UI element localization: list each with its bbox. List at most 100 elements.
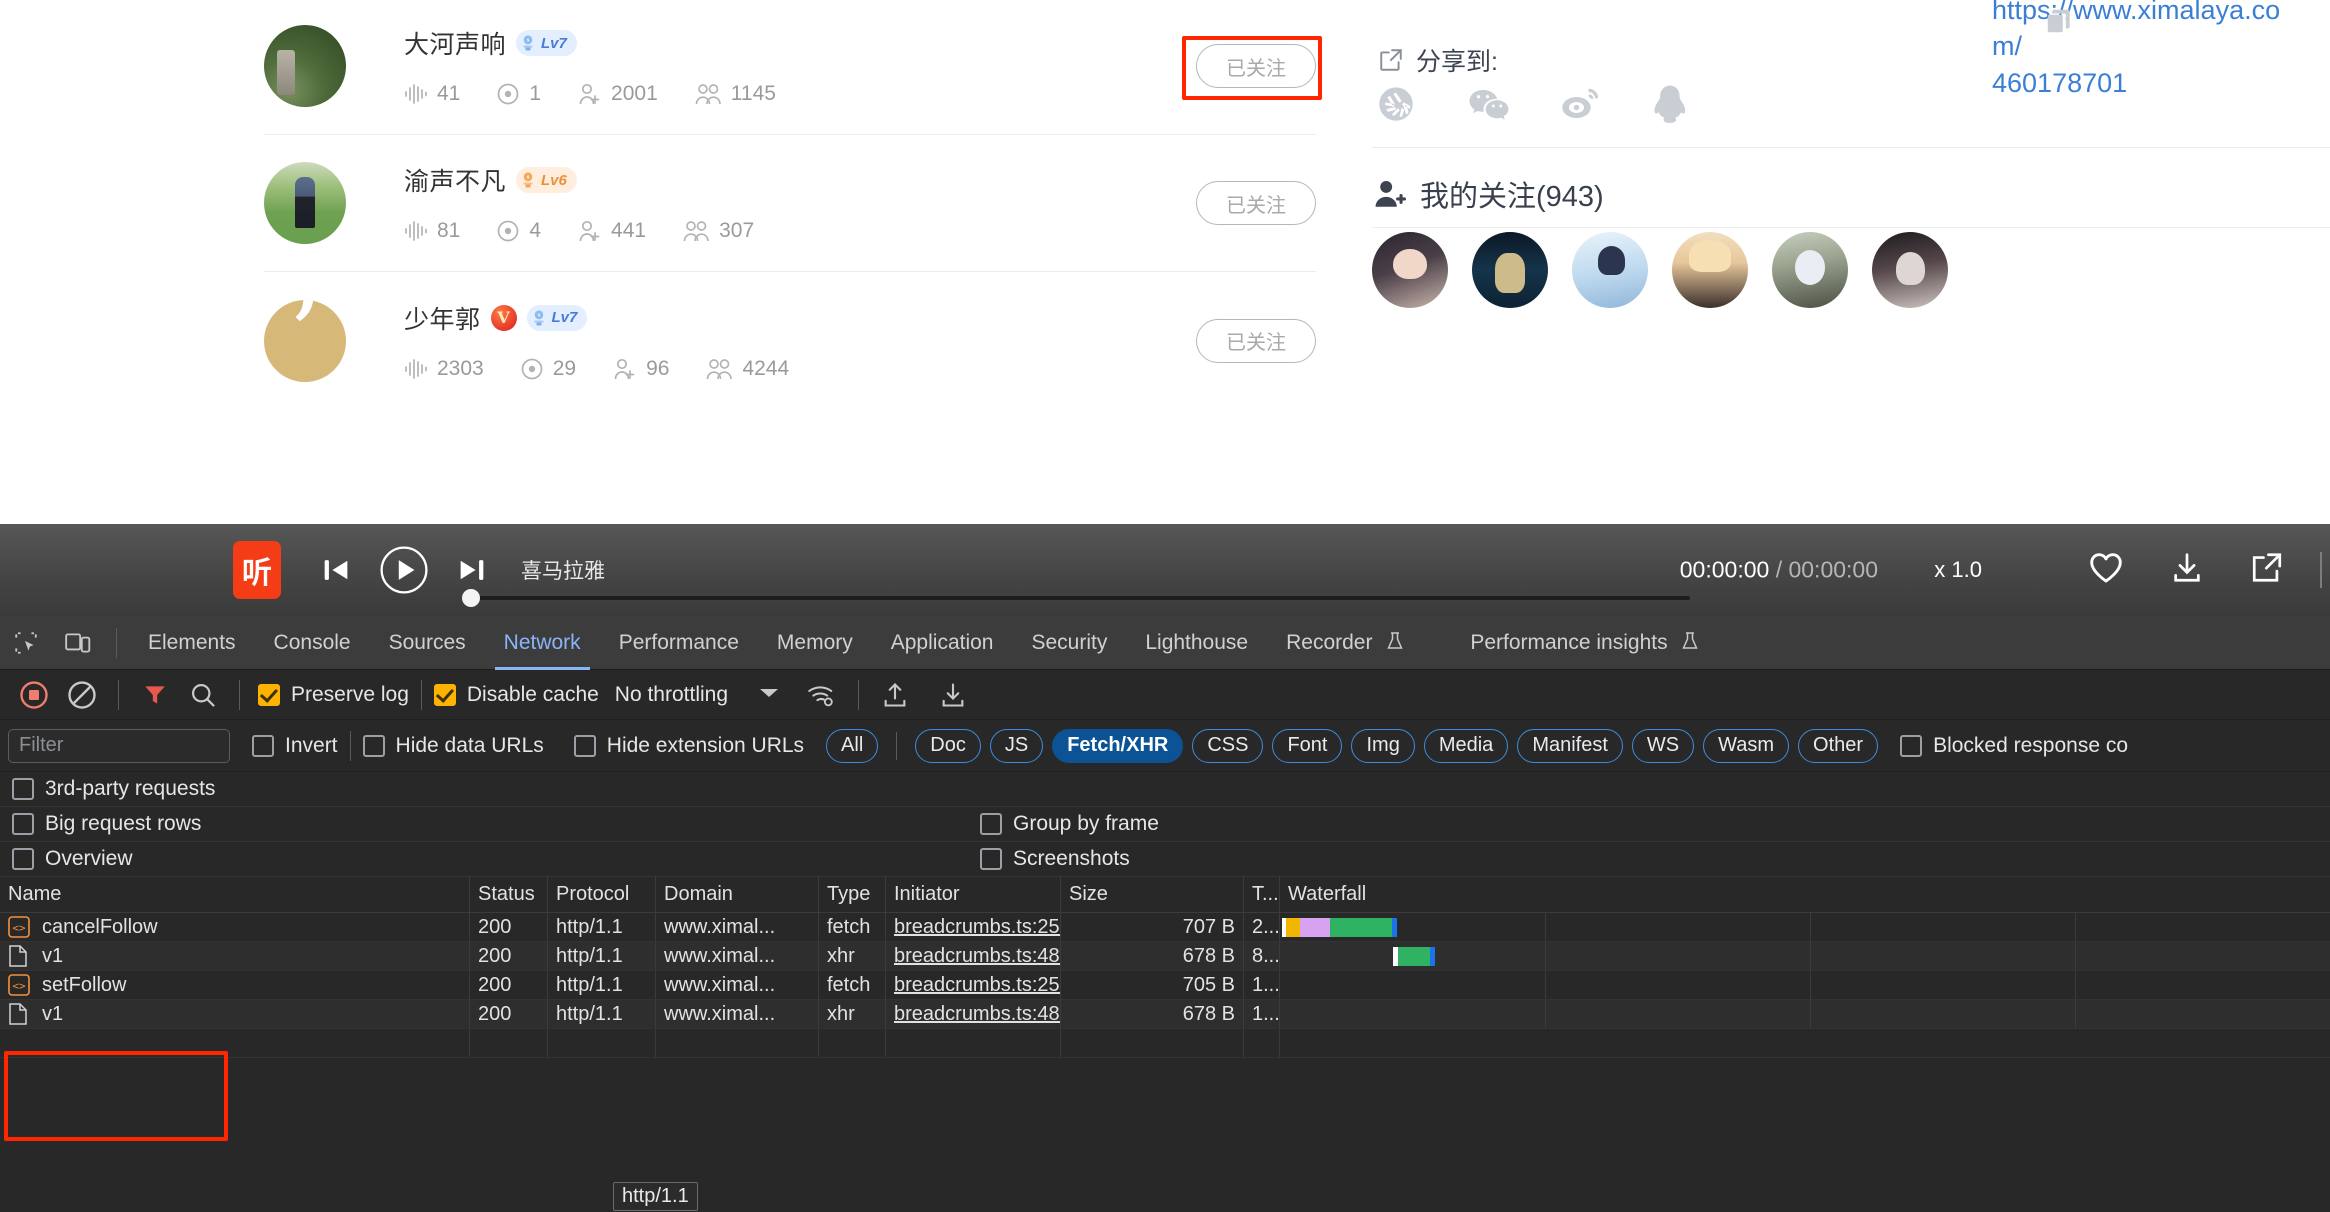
avatar[interactable] (264, 25, 346, 107)
chip-fetch-xhr[interactable]: Fetch/XHR (1052, 728, 1184, 763)
cell-name[interactable]: v1 (0, 942, 470, 970)
preserve-log-checkbox[interactable]: Preserve log (258, 683, 409, 707)
douban-icon[interactable] (1376, 84, 1416, 124)
export-har-icon[interactable] (929, 670, 977, 720)
follow-avatar[interactable] (1672, 232, 1748, 308)
chip-font[interactable]: Font (1272, 728, 1343, 763)
follow-avatar[interactable] (1372, 232, 1448, 308)
cell-name[interactable]: <> cancelFollow (0, 913, 470, 941)
seek-bar[interactable] (462, 589, 1690, 607)
clear-icon[interactable] (58, 670, 106, 720)
initiator-link[interactable]: breadcrumbs.ts:486 (894, 945, 1060, 968)
follow-avatar[interactable] (1572, 232, 1648, 308)
table-row[interactable]: <> cancelFollow 200 http/1.1 www.ximal..… (0, 913, 2330, 942)
chip-wasm[interactable]: Wasm (1703, 728, 1790, 763)
cell-initiator[interactable]: breadcrumbs.ts:486 (886, 942, 1061, 970)
popout-icon[interactable] (2250, 551, 2284, 590)
column-header-status[interactable]: Status (470, 877, 548, 912)
previous-track-button[interactable] (319, 553, 353, 587)
cell-name[interactable]: v1 (0, 1000, 470, 1028)
blocked-response-cookies-checkbox[interactable]: Blocked response co (1900, 734, 2128, 758)
share-url[interactable]: https://www.ximalaya.com/ 460178701 (1992, 0, 2292, 101)
copy-icon[interactable] (2044, 6, 2074, 41)
playback-speed[interactable]: x 1.0 (1934, 557, 1982, 583)
column-header-domain[interactable]: Domain (656, 877, 819, 912)
user-name[interactable]: 渝声不凡 (404, 162, 506, 198)
column-header-initiator[interactable]: Initiator (886, 877, 1061, 912)
table-row[interactable]: <> setFollow 200 http/1.1 www.ximal... f… (0, 971, 2330, 1000)
column-header-protocol[interactable]: Protocol (548, 877, 656, 912)
big-request-rows-checkbox[interactable]: Big request rows (12, 812, 201, 836)
chip-other[interactable]: Other (1798, 728, 1879, 763)
follow-button[interactable]: 已关注 (1196, 181, 1316, 225)
next-track-button[interactable] (455, 553, 489, 587)
cell-initiator[interactable]: breadcrumbs.ts:257 (886, 913, 1061, 941)
disable-cache-checkbox[interactable]: Disable cache (433, 683, 599, 707)
third-party-requests-checkbox[interactable]: 3rd-party requests (12, 777, 215, 801)
tab-recorder[interactable]: Recorder (1267, 616, 1423, 670)
network-conditions-icon[interactable] (798, 670, 846, 720)
qq-icon[interactable] (1652, 84, 1692, 124)
filter-funnel-icon[interactable] (131, 670, 179, 720)
follow-avatar[interactable] (1472, 232, 1548, 308)
heart-icon[interactable] (2088, 551, 2124, 590)
tab-console[interactable]: Console (255, 616, 370, 670)
group-by-frame-checkbox[interactable]: Group by frame (980, 812, 1159, 836)
user-row[interactable]: 渝声不凡 Lv6 81 4 441 307 已关注 (264, 135, 1316, 272)
user-name[interactable]: 少年郭 (404, 300, 481, 336)
play-button[interactable] (379, 545, 429, 595)
chip-img[interactable]: Img (1351, 728, 1415, 763)
avatar[interactable] (264, 299, 346, 382)
tab-memory[interactable]: Memory (758, 616, 872, 670)
cell-name[interactable]: <> setFollow (0, 971, 470, 999)
device-toolbar-icon[interactable] (52, 616, 104, 670)
tab-sources[interactable]: Sources (370, 616, 485, 670)
initiator-link[interactable]: breadcrumbs.ts:257 (894, 974, 1060, 997)
inspect-element-icon[interactable] (0, 616, 52, 670)
column-header-name[interactable]: Name (0, 877, 470, 912)
chip-all[interactable]: All (826, 728, 879, 763)
ximalaya-logo[interactable]: 听 (233, 541, 281, 599)
record-stop-icon[interactable] (10, 670, 58, 720)
wechat-icon[interactable] (1468, 84, 1509, 124)
download-icon[interactable] (2170, 551, 2204, 590)
follow-button[interactable]: 已关注 (1196, 44, 1316, 88)
column-header-waterfall[interactable]: Waterfall (1280, 877, 2330, 912)
chip-manifest[interactable]: Manifest (1517, 728, 1623, 763)
column-header-type[interactable]: Type (819, 877, 886, 912)
chevron-down-icon[interactable] (758, 683, 780, 706)
column-header-size[interactable]: Size (1061, 877, 1244, 912)
chip-js[interactable]: JS (989, 728, 1044, 763)
cell-initiator[interactable]: breadcrumbs.ts:486 (886, 1000, 1061, 1028)
seek-handle[interactable] (462, 589, 480, 607)
tab-network[interactable]: Network (485, 616, 600, 670)
chip-doc[interactable]: Doc (915, 728, 981, 763)
invert-checkbox[interactable]: Invert (252, 734, 338, 758)
weibo-icon[interactable] (1560, 84, 1600, 124)
user-row[interactable]: 少年郭 V Lv7 (264, 272, 1316, 409)
tab-performance[interactable]: Performance (600, 616, 758, 670)
initiator-link[interactable]: breadcrumbs.ts:486 (894, 1003, 1060, 1026)
chip-css[interactable]: CSS (1192, 728, 1264, 763)
screenshots-checkbox[interactable]: Screenshots (980, 847, 1130, 871)
cell-initiator[interactable]: breadcrumbs.ts:257 (886, 971, 1061, 999)
tab-lighthouse[interactable]: Lighthouse (1126, 616, 1267, 670)
follow-button[interactable]: 已关注 (1196, 318, 1316, 363)
column-header-time[interactable]: T... (1244, 877, 1280, 912)
tab-security[interactable]: Security (1012, 616, 1126, 670)
search-icon[interactable] (179, 670, 227, 720)
filter-input[interactable] (8, 728, 230, 763)
tab-performance-insights[interactable]: Performance insights (1451, 616, 1718, 670)
overview-checkbox[interactable]: Overview (12, 847, 133, 871)
tab-application[interactable]: Application (872, 616, 1013, 670)
initiator-link[interactable]: breadcrumbs.ts:257 (894, 916, 1060, 939)
chip-media[interactable]: Media (1423, 728, 1509, 763)
throttling-select[interactable]: No throttling (615, 683, 728, 707)
tab-elements[interactable]: Elements (129, 616, 255, 670)
follow-avatar[interactable] (1772, 232, 1848, 308)
user-row[interactable]: 大河声响 Lv7 41 1 2001 1145 已关注 (264, 0, 1316, 135)
chip-ws[interactable]: WS (1631, 728, 1695, 763)
table-row[interactable]: v1 200 http/1.1 www.ximal... xhr breadcr… (0, 1000, 2330, 1029)
hide-extension-urls-checkbox[interactable]: Hide extension URLs (573, 734, 804, 758)
follow-avatar[interactable] (1872, 232, 1948, 308)
